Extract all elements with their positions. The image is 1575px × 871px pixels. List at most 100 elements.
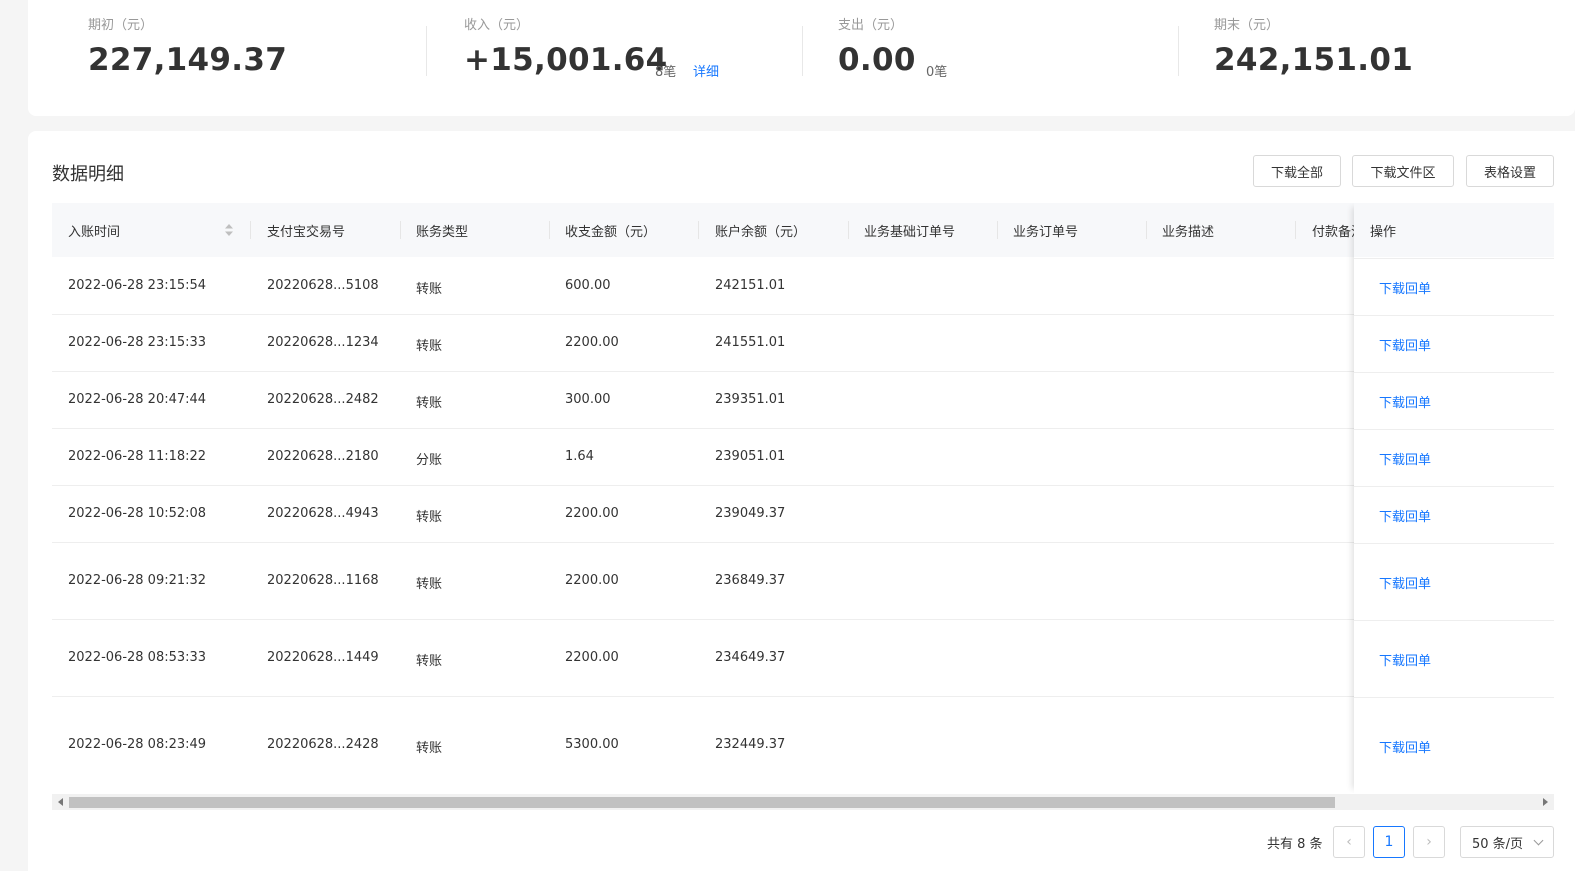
data-table: 入账时间 支付宝交易号 账务类型 收支金额（元） 账户余额（元） 业务基础订单号… — [52, 203, 1554, 793]
cell-time: 2022-06-28 08:23:49 — [68, 737, 207, 752]
column-header-time[interactable]: 入账时间 — [68, 203, 218, 257]
summary-card: 期初（元） 227,149.37 收入（元） +15,001.64 8笔 详细 … — [28, 0, 1575, 116]
column-header-order-no: 业务订单号 — [1013, 224, 1079, 240]
cell-type: 转账 — [416, 339, 443, 354]
divider — [1354, 258, 1554, 259]
cell-balance: 241551.01 — [715, 335, 786, 350]
divider — [1354, 429, 1554, 430]
column-header-type: 账务类型 — [416, 224, 469, 240]
cell-trade-no: 20220628...1168 — [267, 573, 379, 588]
cell-balance: 232449.37 — [715, 737, 786, 752]
section-title: 数据明细 — [52, 164, 124, 185]
opening-balance-value: 227,149.37 — [88, 42, 288, 78]
divider — [1354, 372, 1554, 373]
divider — [1354, 697, 1554, 698]
cell-balance: 239049.37 — [715, 506, 786, 521]
page-size-value: 50 条/页 — [1472, 836, 1524, 852]
column-header-action: 操作 — [1354, 203, 1554, 257]
cell-time: 2022-06-28 09:21:32 — [68, 573, 207, 588]
cell-time: 2022-06-28 10:52:08 — [68, 506, 207, 521]
table-row: 2022-06-28 11:18:22 20220628...2180 分账 1… — [52, 429, 1554, 486]
download-receipt-link[interactable]: 下载回单 — [1379, 506, 1431, 525]
column-separator — [1146, 221, 1147, 239]
cell-time: 2022-06-28 23:15:33 — [68, 335, 207, 350]
download-receipt-link[interactable]: 下载回单 — [1379, 335, 1431, 354]
table-row: 2022-06-28 20:47:44 20220628...2482 转账 3… — [52, 372, 1554, 429]
download-receipt-link[interactable]: 下载回单 — [1379, 449, 1431, 468]
column-header-amount: 收支金额（元） — [565, 224, 657, 240]
table-row: 2022-06-28 09:21:32 20220628...1168 转账 2… — [52, 543, 1554, 620]
cell-type: 转账 — [416, 510, 443, 525]
cell-type: 转账 — [416, 654, 443, 669]
sort-icon[interactable] — [224, 223, 234, 237]
table-row: 2022-06-28 23:15:33 20220628...1234 转账 2… — [52, 315, 1554, 372]
scroll-right-icon[interactable] — [1543, 798, 1548, 806]
cell-balance: 236849.37 — [715, 573, 786, 588]
closing-balance-value: 242,151.01 — [1214, 42, 1414, 78]
opening-balance-label: 期初（元） — [88, 18, 154, 33]
cell-amount: 5300.00 — [565, 737, 619, 752]
divider — [1354, 620, 1554, 621]
next-page-button[interactable]: › — [1413, 826, 1445, 858]
download-receipt-link[interactable]: 下载回单 — [1379, 573, 1431, 592]
closing-balance-label: 期末（元） — [1214, 18, 1280, 33]
cell-time: 2022-06-28 20:47:44 — [68, 392, 207, 407]
chevron-right-icon: › — [1426, 834, 1432, 850]
cell-amount: 1.64 — [565, 449, 594, 464]
table-row: 2022-06-28 08:23:49 20220628...2428 转账 5… — [52, 697, 1554, 793]
income-detail-link[interactable]: 详细 — [693, 61, 719, 80]
column-header-trade-no: 支付宝交易号 — [267, 224, 346, 240]
divider — [802, 26, 803, 76]
cell-balance: 239351.01 — [715, 392, 786, 407]
cell-type: 转账 — [416, 396, 443, 411]
cell-balance: 234649.37 — [715, 650, 786, 665]
column-separator — [848, 221, 849, 239]
income-value: +15,001.64 — [464, 42, 668, 78]
divider — [1354, 543, 1554, 544]
cell-amount: 2200.00 — [565, 335, 619, 350]
download-receipt-link[interactable]: 下载回单 — [1379, 392, 1431, 411]
cell-amount: 300.00 — [565, 392, 611, 407]
prev-page-button[interactable]: ‹ — [1333, 826, 1365, 858]
column-header-payment-note: 付款备注 — [1312, 224, 1354, 240]
cell-trade-no: 20220628...2482 — [267, 392, 379, 407]
cell-balance: 239051.01 — [715, 449, 786, 464]
table-row: 2022-06-28 23:15:54 20220628...5108 转账 6… — [52, 258, 1554, 315]
cell-trade-no: 20220628...1449 — [267, 650, 379, 665]
cell-trade-no: 20220628...5108 — [267, 278, 379, 293]
column-separator — [250, 221, 251, 239]
page-number-button[interactable]: 1 — [1373, 826, 1405, 858]
cell-trade-no: 20220628...4943 — [267, 506, 379, 521]
download-receipt-link[interactable]: 下载回单 — [1379, 737, 1431, 756]
cell-type: 分账 — [416, 453, 443, 468]
cell-balance: 242151.01 — [715, 278, 786, 293]
cell-type: 转账 — [416, 577, 443, 592]
scrollbar-thumb[interactable] — [69, 797, 1335, 808]
cell-trade-no: 20220628...1234 — [267, 335, 379, 350]
column-separator — [400, 221, 401, 239]
cell-time: 2022-06-28 23:15:54 — [68, 278, 207, 293]
divider — [1354, 486, 1554, 487]
download-files-button[interactable]: 下载文件区 — [1352, 155, 1454, 187]
scroll-left-icon[interactable] — [58, 798, 63, 806]
horizontal-scrollbar[interactable] — [52, 794, 1554, 810]
table-settings-button[interactable]: 表格设置 — [1466, 155, 1554, 187]
download-all-button[interactable]: 下载全部 — [1253, 155, 1341, 187]
cell-trade-no: 20220628...2180 — [267, 449, 379, 464]
divider — [1354, 315, 1554, 316]
column-separator — [1295, 221, 1296, 239]
divider — [1178, 26, 1179, 76]
expense-label: 支出（元） — [838, 18, 904, 33]
table-row: 2022-06-28 08:53:33 20220628...1449 转账 2… — [52, 620, 1554, 697]
column-header-balance: 账户余额（元） — [715, 224, 807, 240]
income-label: 收入（元） — [464, 18, 530, 33]
cell-amount: 2200.00 — [565, 650, 619, 665]
chevron-down-icon — [1533, 835, 1544, 846]
expense-count: 0笔 — [926, 65, 948, 80]
download-receipt-link[interactable]: 下载回单 — [1379, 278, 1431, 297]
download-receipt-link[interactable]: 下载回单 — [1379, 650, 1431, 669]
column-separator — [698, 221, 699, 239]
expense-value: 0.00 — [838, 42, 916, 78]
page-size-select[interactable]: 50 条/页 — [1460, 826, 1554, 858]
income-count: 8笔 — [655, 65, 677, 80]
